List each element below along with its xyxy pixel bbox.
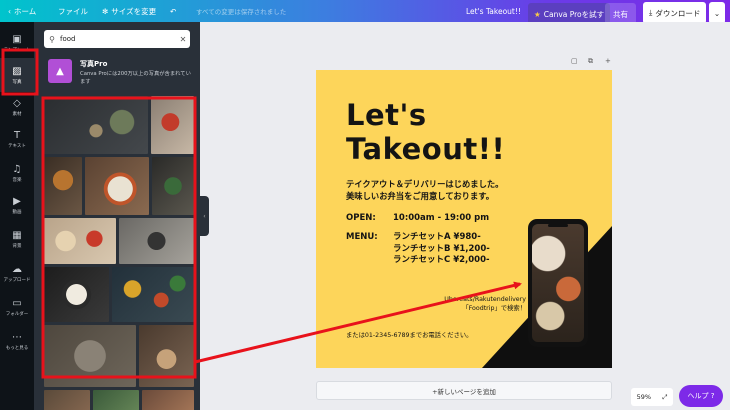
chevron-left-icon: ‹ (8, 6, 11, 16)
home-button[interactable]: ‹ ホーム (8, 0, 36, 22)
photo-thumbnail[interactable] (119, 218, 194, 264)
design-intro-text[interactable]: テイクアウト＆デリバリーはじめました。 美味しいお弁当をご用意しております。 (346, 178, 503, 202)
promo-title: 写真Pro (80, 60, 108, 68)
nav-item-text[interactable]: T テキスト (0, 122, 34, 156)
nav-item-more[interactable]: ⋯ もっと見る (0, 324, 34, 358)
undo-icon: ↶ (170, 6, 177, 16)
add-page-button[interactable]: +新しいページを追加 (316, 381, 612, 400)
photo-thumbnail[interactable] (139, 325, 194, 387)
contact-text[interactable]: または01-2345-6789までお電話ください。 (346, 330, 472, 339)
design-page[interactable]: Let's Takeout!! テイクアウト＆デリバリーはじめました。 美味しい… (316, 70, 612, 368)
nav-item-elements[interactable]: ◇ 素材 (0, 90, 34, 124)
more-icon: ⋯ (12, 331, 22, 343)
video-icon: ▶ (13, 195, 21, 207)
nav-item-background[interactable]: ▦ 背景 (0, 222, 34, 256)
photo-thumbnail[interactable] (112, 267, 194, 322)
photo-thumbnail[interactable] (85, 157, 149, 215)
template-icon: ▣ (12, 33, 22, 45)
phone-screen-photo (532, 224, 584, 342)
file-label: ファイル (58, 6, 88, 16)
menu-label[interactable]: MENU: (346, 232, 378, 242)
text-icon: T (13, 129, 21, 141)
resize-button[interactable]: ✻ サイズを変更 (102, 0, 156, 22)
music-icon: ♫ (12, 163, 22, 175)
duplicate-page-icon[interactable]: ⧉ (588, 57, 593, 66)
background-icon: ▦ (12, 229, 22, 241)
nav-item-video[interactable]: ▶ 動画 (0, 188, 34, 222)
menu-items[interactable]: ランチセットA ¥980- ランチセットB ¥1,200- ランチセットC ¥2… (393, 232, 490, 267)
clear-icon[interactable]: ✕ (176, 35, 190, 44)
photo-thumbnail[interactable] (44, 390, 90, 410)
photo-thumbnail[interactable] (151, 96, 194, 154)
file-menu-button[interactable]: ファイル (58, 0, 88, 22)
zoom-control[interactable]: 59% ⤢ (631, 388, 673, 406)
photo-icon: ▨ (12, 65, 22, 77)
photo-results-grid (44, 96, 194, 410)
download-options-button[interactable]: ⌄ (709, 2, 725, 24)
help-button[interactable]: ヘルプ ? (679, 385, 723, 407)
top-toolbar: ‹ ホーム ファイル ✻ サイズを変更 ↶ すべての変更は保存されました Let… (0, 0, 730, 25)
photo-thumbnail[interactable] (44, 96, 148, 154)
chevron-down-icon: ⌄ (713, 8, 721, 18)
chevron-left-icon: ‹ (203, 212, 206, 220)
add-page-icon[interactable]: + (605, 57, 611, 65)
nav-item-folder[interactable]: ▭ フォルダー (0, 290, 34, 324)
download-icon: ⤓ (649, 8, 653, 17)
star-icon: ★ (534, 9, 541, 19)
note-icon[interactable]: ▢ (571, 57, 578, 65)
image-icon: ▲ (48, 59, 72, 83)
folder-icon: ▭ (12, 297, 22, 309)
save-status: すべての変更は保存されました (196, 8, 287, 16)
document-title[interactable]: Let's Takeout!! (466, 0, 521, 22)
download-button[interactable]: ⤓ ダウンロード (643, 2, 707, 24)
upload-icon: ☁ (12, 263, 22, 275)
nav-item-photos[interactable]: ▨ 写真 (0, 58, 34, 92)
photo-thumbnail[interactable] (152, 157, 194, 215)
zoom-value: 59% (636, 393, 652, 401)
fullscreen-icon[interactable]: ⤢ (662, 393, 667, 402)
photo-thumbnail[interactable] (44, 267, 109, 322)
open-hours[interactable]: 10:00am - 19:00 pm (393, 213, 489, 225)
collapse-panel-button[interactable]: ‹ (200, 196, 209, 236)
design-title[interactable]: Let's Takeout!! (346, 98, 505, 166)
nav-item-template[interactable]: ▣ テンプレート (0, 26, 34, 60)
elements-icon: ◇ (13, 97, 21, 109)
photos-panel: ⚲ food ✕ ▲ 写真Pro Canva Proには200万以上の写真が含ま… (34, 22, 200, 410)
sparkle-icon: ✻ (102, 6, 109, 16)
nav-item-music[interactable]: ♫ 音楽 (0, 156, 34, 190)
phone-mockup[interactable] (528, 219, 588, 347)
phone-notch (548, 224, 568, 227)
left-navigation: ▣ テンプレート ▨ 写真 ◇ 素材 T テキスト ♫ 音楽 ▶ 動画 ▦ 背景… (0, 22, 34, 410)
resize-label: サイズを変更 (111, 6, 157, 16)
undo-button[interactable]: ↶ (170, 0, 176, 22)
photo-thumbnail[interactable] (44, 157, 82, 215)
photo-thumbnail[interactable] (142, 390, 194, 410)
photo-thumbnail[interactable] (93, 390, 139, 410)
nav-item-upload[interactable]: ☁ アップロード (0, 256, 34, 290)
promo-description: Canva Proには200万以上の写真が含まれています (80, 71, 191, 85)
photo-thumbnail[interactable] (44, 325, 136, 387)
delivery-handle-text[interactable]: Ubereats/Rakutendelivery 「Foodtrip」で検索！ (416, 295, 526, 313)
search-input[interactable]: food (60, 35, 176, 43)
open-label[interactable]: OPEN: (346, 213, 376, 223)
search-icon: ⚲ (49, 34, 55, 44)
home-label: ホーム (14, 6, 37, 16)
photo-thumbnail[interactable] (44, 218, 116, 264)
search-box[interactable]: ⚲ food ✕ (44, 30, 190, 48)
